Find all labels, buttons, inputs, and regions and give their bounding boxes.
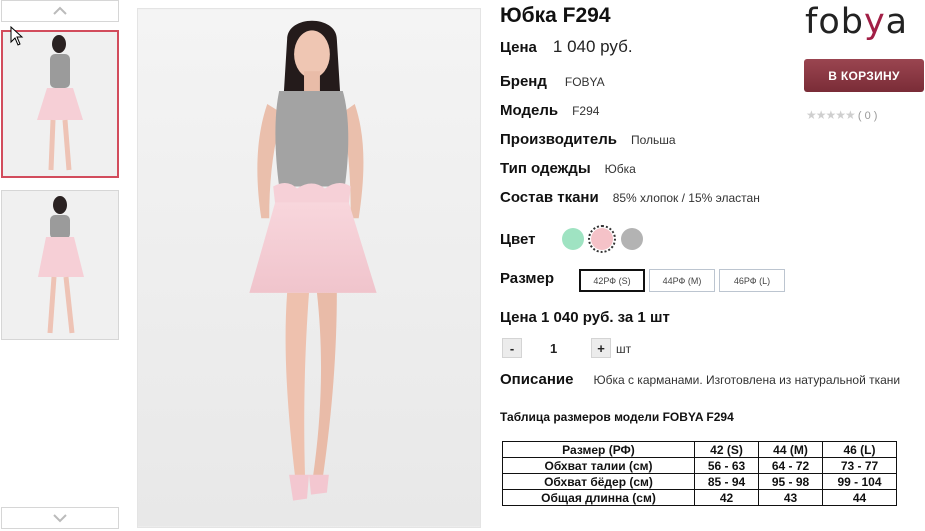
quantity-decrease-button[interactable]: -: [502, 338, 522, 358]
description-row: Описание Юбка с карманами. Изготовлена и…: [500, 371, 925, 388]
maker-row: Производитель Польша: [500, 131, 676, 148]
price-per-unit: Цена 1 040 руб. за 1 шт: [500, 309, 670, 326]
mouse-cursor-icon: [10, 26, 24, 46]
thumbnail-2-image: [2, 191, 118, 339]
table-cell: 99 - 104: [822, 473, 897, 490]
table-row: Обхват бёдер (см) 85 - 94 95 - 98 99 - 1…: [502, 473, 897, 490]
rating-stars-icon[interactable]: ★★★★★: [806, 108, 856, 122]
table-cell: 43: [758, 489, 823, 506]
chevron-down-icon: [53, 514, 67, 523]
size-table-header-cell: 42 (S): [694, 441, 759, 458]
size-row: Размер: [500, 270, 554, 287]
logo-text-part1: fob: [805, 2, 864, 42]
table-cell: 85 - 94: [694, 473, 759, 490]
type-label: Тип одежды: [500, 160, 591, 177]
fabric-row: Состав ткани 85% хлопок / 15% эластан: [500, 189, 760, 206]
price-per-unit-row: Цена 1 040 руб. за 1 шт: [500, 309, 670, 326]
price-label: Цена: [500, 39, 537, 56]
rating-count: ( 0 ): [857, 110, 878, 122]
thumbnail-2[interactable]: [1, 190, 119, 340]
quantity-increase-button[interactable]: +: [591, 338, 611, 358]
quantity-value[interactable]: 1: [550, 341, 557, 356]
type-value: Юбка: [604, 162, 636, 176]
size-option-44[interactable]: 44РФ (M): [649, 269, 715, 292]
model-photo-illustration: [138, 9, 480, 527]
thumbnail-1-image: [3, 32, 117, 176]
model-label: Модель: [500, 102, 559, 119]
type-row: Тип одежды Юбка: [500, 160, 636, 177]
color-label: Цвет: [500, 231, 536, 248]
color-row: Цвет: [500, 231, 535, 248]
size-option-46[interactable]: 46РФ (L): [719, 269, 785, 292]
color-swatch-grey[interactable]: [621, 228, 643, 250]
thumbnail-scroll-down-button[interactable]: [1, 507, 119, 529]
thumbnail-1[interactable]: [1, 30, 119, 178]
thumbnail-scroll-up-button[interactable]: [1, 0, 119, 22]
price-row: Цена 1 040 руб.: [500, 37, 633, 57]
brand-value: FOBYA: [564, 75, 605, 89]
size-table-header-cell: 44 (M): [758, 441, 823, 458]
size-table-header-cell: 46 (L): [822, 441, 897, 458]
logo-text-accent: y: [863, 2, 886, 42]
color-swatch-mint[interactable]: [562, 228, 584, 250]
add-to-cart-button[interactable]: В КОРЗИНУ: [804, 59, 924, 92]
main-product-photo[interactable]: [137, 8, 481, 528]
color-swatch-pink[interactable]: [588, 225, 616, 253]
brand-label: Бренд: [500, 73, 547, 90]
model-value: F294: [572, 104, 600, 118]
table-cell: 73 - 77: [822, 457, 897, 474]
fabric-label: Состав ткани: [500, 189, 599, 206]
fabric-value: 85% хлопок / 15% эластан: [612, 191, 760, 205]
logo-text-part3: a: [885, 2, 909, 42]
table-cell: 64 - 72: [758, 457, 823, 474]
table-row: Обхват талии (см) 56 - 63 64 - 72 73 - 7…: [502, 457, 897, 474]
description-text: Юбка с карманами. Изготовлена из натурал…: [593, 373, 901, 387]
model-row: Модель F294: [500, 102, 599, 119]
chevron-up-icon: [53, 6, 67, 15]
size-table: Размер (РФ) 42 (S) 44 (M) 46 (L) Обхват …: [502, 441, 897, 506]
brand-logo[interactable]: fobya: [805, 2, 908, 42]
table-cell: 42: [694, 489, 759, 506]
size-option-42[interactable]: 42РФ (S): [579, 269, 645, 292]
table-cell: Общая длинна (см): [502, 489, 695, 506]
maker-value: Польша: [630, 133, 676, 147]
table-cell: 95 - 98: [758, 473, 823, 490]
size-table-header-cell: Размер (РФ): [502, 441, 695, 458]
price-value: 1 040 руб.: [552, 37, 633, 56]
brand-row: Бренд FOBYA: [500, 73, 605, 90]
maker-label: Производитель: [500, 131, 617, 148]
rating[interactable]: ★★★★★ ( 0 ): [806, 108, 877, 122]
table-row: Общая длинна (см) 42 43 44: [502, 489, 897, 506]
quantity-unit: шт: [616, 342, 632, 356]
table-cell: 44: [822, 489, 897, 506]
product-title: Юбка F294: [500, 4, 611, 27]
table-cell: Обхват бёдер (см): [502, 473, 695, 490]
table-cell: 56 - 63: [694, 457, 759, 474]
description-label: Описание: [500, 371, 574, 388]
thumbnail-gallery: [0, 0, 120, 531]
size-label: Размер: [500, 270, 555, 287]
size-table-title: Таблица размеров модели FOBYA F294: [500, 410, 734, 424]
table-cell: Обхват талии (см): [502, 457, 695, 474]
size-table-header: Размер (РФ) 42 (S) 44 (M) 46 (L): [502, 441, 897, 458]
